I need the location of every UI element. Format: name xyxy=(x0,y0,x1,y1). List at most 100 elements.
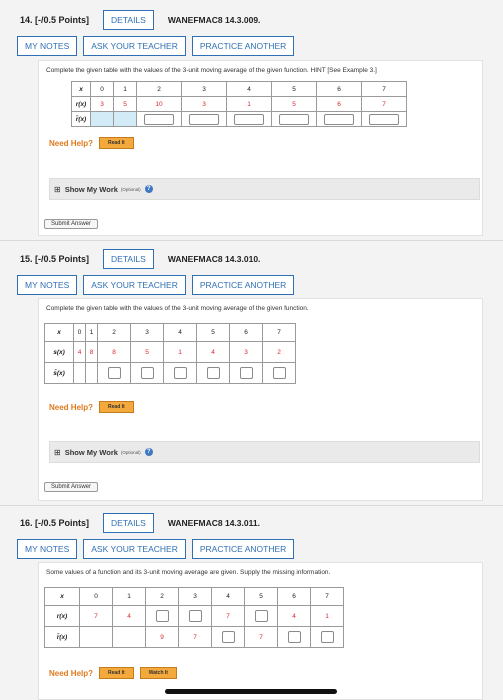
q15-x-7: 7 xyxy=(262,323,296,342)
q14-f-header: r(x) xyxy=(71,96,91,112)
q14-instructions: Complete the given table with the values… xyxy=(46,67,377,74)
q15-avg-input-7[interactable] xyxy=(272,367,286,379)
q16-f-input-3[interactable] xyxy=(188,610,202,622)
q14-avg-cell-4 xyxy=(226,111,272,127)
q16-avg-2: 9 xyxy=(145,626,179,648)
q15-x-4: 4 xyxy=(163,323,197,342)
q16-f-cell-3 xyxy=(178,605,212,627)
q15-avg-input-4[interactable] xyxy=(173,367,187,379)
q15-f-3: 5 xyxy=(130,341,164,363)
q16-x-3: 3 xyxy=(178,587,212,606)
q15-f-5: 4 xyxy=(196,341,230,363)
q14-code: WANEFMAC8 14.3.009. xyxy=(167,15,261,25)
q14-avg-cell-0 xyxy=(90,111,114,127)
q16-read-it-button[interactable]: Read It xyxy=(99,667,134,679)
q14-avg-input-2[interactable] xyxy=(144,113,174,125)
q15-avg-input-3[interactable] xyxy=(140,367,154,379)
q16-table: x 0 1 2 3 4 5 6 7 r(x) 7 4 7 4 1 r̄(x) 9… xyxy=(44,587,344,648)
q15-f-1: 8 xyxy=(85,341,98,363)
q16-f-0: 7 xyxy=(79,605,113,627)
q14-optional: (Optional) xyxy=(120,186,141,192)
q15-x-6: 6 xyxy=(229,323,263,342)
q15-f-0: 4 xyxy=(73,341,86,363)
q16-avg-5: 7 xyxy=(244,626,278,648)
q16-number: 16. [-/0.5 Points] xyxy=(20,518,90,528)
q15-practice-another-button[interactable]: PRACTICE ANOTHER xyxy=(191,275,295,295)
q15-avg-input-5[interactable] xyxy=(206,367,220,379)
q14-x-2: 2 xyxy=(136,81,182,97)
q14-avg-cell-6 xyxy=(316,111,362,127)
q15-f-header: s(x) xyxy=(44,341,74,363)
q14-avg-input-5[interactable] xyxy=(279,113,309,125)
q16-avg-input-4[interactable] xyxy=(221,631,235,643)
q16-ask-teacher-button[interactable]: ASK YOUR TEACHER xyxy=(83,539,186,559)
q16-avg-3: 7 xyxy=(178,626,212,648)
q16-my-notes-button[interactable]: MY NOTES xyxy=(17,539,78,559)
q16-avg-cell-1 xyxy=(112,626,146,648)
q14-practice-another-button[interactable]: PRACTICE ANOTHER xyxy=(191,36,295,56)
q14-x-3: 3 xyxy=(181,81,227,97)
q14-f-6: 6 xyxy=(316,96,362,112)
q14-number: 14. [-/0.5 Points] xyxy=(20,15,90,25)
q15-avg-cell-2 xyxy=(97,362,131,384)
q15-read-it-button[interactable]: Read It xyxy=(99,401,134,413)
q15-my-notes-button[interactable]: MY NOTES xyxy=(17,275,78,295)
q14-x-6: 6 xyxy=(316,81,362,97)
q14-avg-header: r̄(x) xyxy=(71,111,91,127)
q14-f-0: 3 xyxy=(90,96,114,112)
q16-actions: MY NOTES ASK YOUR TEACHER PRACTICE ANOTH… xyxy=(17,539,295,559)
q14-submit-button[interactable]: Submit Answer xyxy=(44,219,99,229)
q15-x-3: 3 xyxy=(130,323,164,342)
q16-practice-another-button[interactable]: PRACTICE ANOTHER xyxy=(191,539,295,559)
q16-x-1: 1 xyxy=(112,587,146,606)
q16-details-button[interactable]: DETAILS xyxy=(103,513,154,533)
q14-x-1: 1 xyxy=(113,81,137,97)
q14-actions: MY NOTES ASK YOUR TEACHER PRACTICE ANOTH… xyxy=(17,36,295,56)
q14-need-help: Need Help? Read It xyxy=(49,137,134,149)
q15-x-0: 0 xyxy=(73,323,86,342)
q16-avg-input-7[interactable] xyxy=(320,631,334,643)
q14-avg-input-3[interactable] xyxy=(189,113,219,125)
q16-x-7: 7 xyxy=(310,587,344,606)
q16-avg-input-6[interactable] xyxy=(287,631,301,643)
q14-avg-input-7[interactable] xyxy=(369,113,399,125)
q16-f-cell-2 xyxy=(145,605,179,627)
q15-x-2: 2 xyxy=(97,323,131,342)
q14-avg-input-4[interactable] xyxy=(234,113,264,125)
q16-need-help-label: Need Help? xyxy=(49,668,94,678)
q16-f-1: 4 xyxy=(112,605,146,627)
q16-panel: Some values of a function and its 3-unit… xyxy=(38,562,483,700)
q15-show-work[interactable]: ⊞ Show My Work (Optional) ? xyxy=(49,441,480,463)
q15-ask-teacher-button[interactable]: ASK YOUR TEACHER xyxy=(83,275,186,295)
q14-f-1: 5 xyxy=(113,96,137,112)
q15-avg-input-2[interactable] xyxy=(107,367,121,379)
q14-read-it-button[interactable]: Read It xyxy=(99,137,134,149)
q16-f-cell-5 xyxy=(244,605,278,627)
q14-panel: Complete the given table with the values… xyxy=(38,60,483,236)
q14-help-icon[interactable]: ? xyxy=(144,185,153,193)
q14-f-4: 1 xyxy=(226,96,272,112)
q14-details-button[interactable]: DETAILS xyxy=(103,10,154,30)
q15-submit-button[interactable]: Submit Answer xyxy=(44,482,99,492)
q15-f-6: 3 xyxy=(229,341,263,363)
q14-my-notes-button[interactable]: MY NOTES xyxy=(17,36,78,56)
q16-f-6: 4 xyxy=(277,605,311,627)
q14-x-header: x xyxy=(71,81,91,97)
q14-table: x 0 1 2 3 4 5 6 7 r(x) 3 5 10 3 1 5 6 7 … xyxy=(71,81,407,127)
q14-avg-input-6[interactable] xyxy=(324,113,354,125)
q15-show-work-label: Show My Work xyxy=(64,447,118,457)
q15-need-help-label: Need Help? xyxy=(49,402,94,412)
q16-f-input-2[interactable] xyxy=(155,610,169,622)
q15-help-icon[interactable]: ? xyxy=(144,448,153,456)
q14-show-work[interactable]: ⊞ Show My Work (Optional) ? xyxy=(49,178,480,200)
q16-watch-it-button[interactable]: Watch It xyxy=(139,667,177,679)
q16-x-2: 2 xyxy=(145,587,179,606)
q15-details-button[interactable]: DETAILS xyxy=(103,249,154,269)
q14-f-5: 5 xyxy=(271,96,317,112)
q15-instructions: Complete the given table with the values… xyxy=(46,305,309,312)
q16-f-input-5[interactable] xyxy=(254,610,268,622)
divider xyxy=(0,240,503,241)
q15-avg-input-6[interactable] xyxy=(239,367,253,379)
q16-f-header: r(x) xyxy=(44,605,80,627)
q14-ask-teacher-button[interactable]: ASK YOUR TEACHER xyxy=(83,36,186,56)
